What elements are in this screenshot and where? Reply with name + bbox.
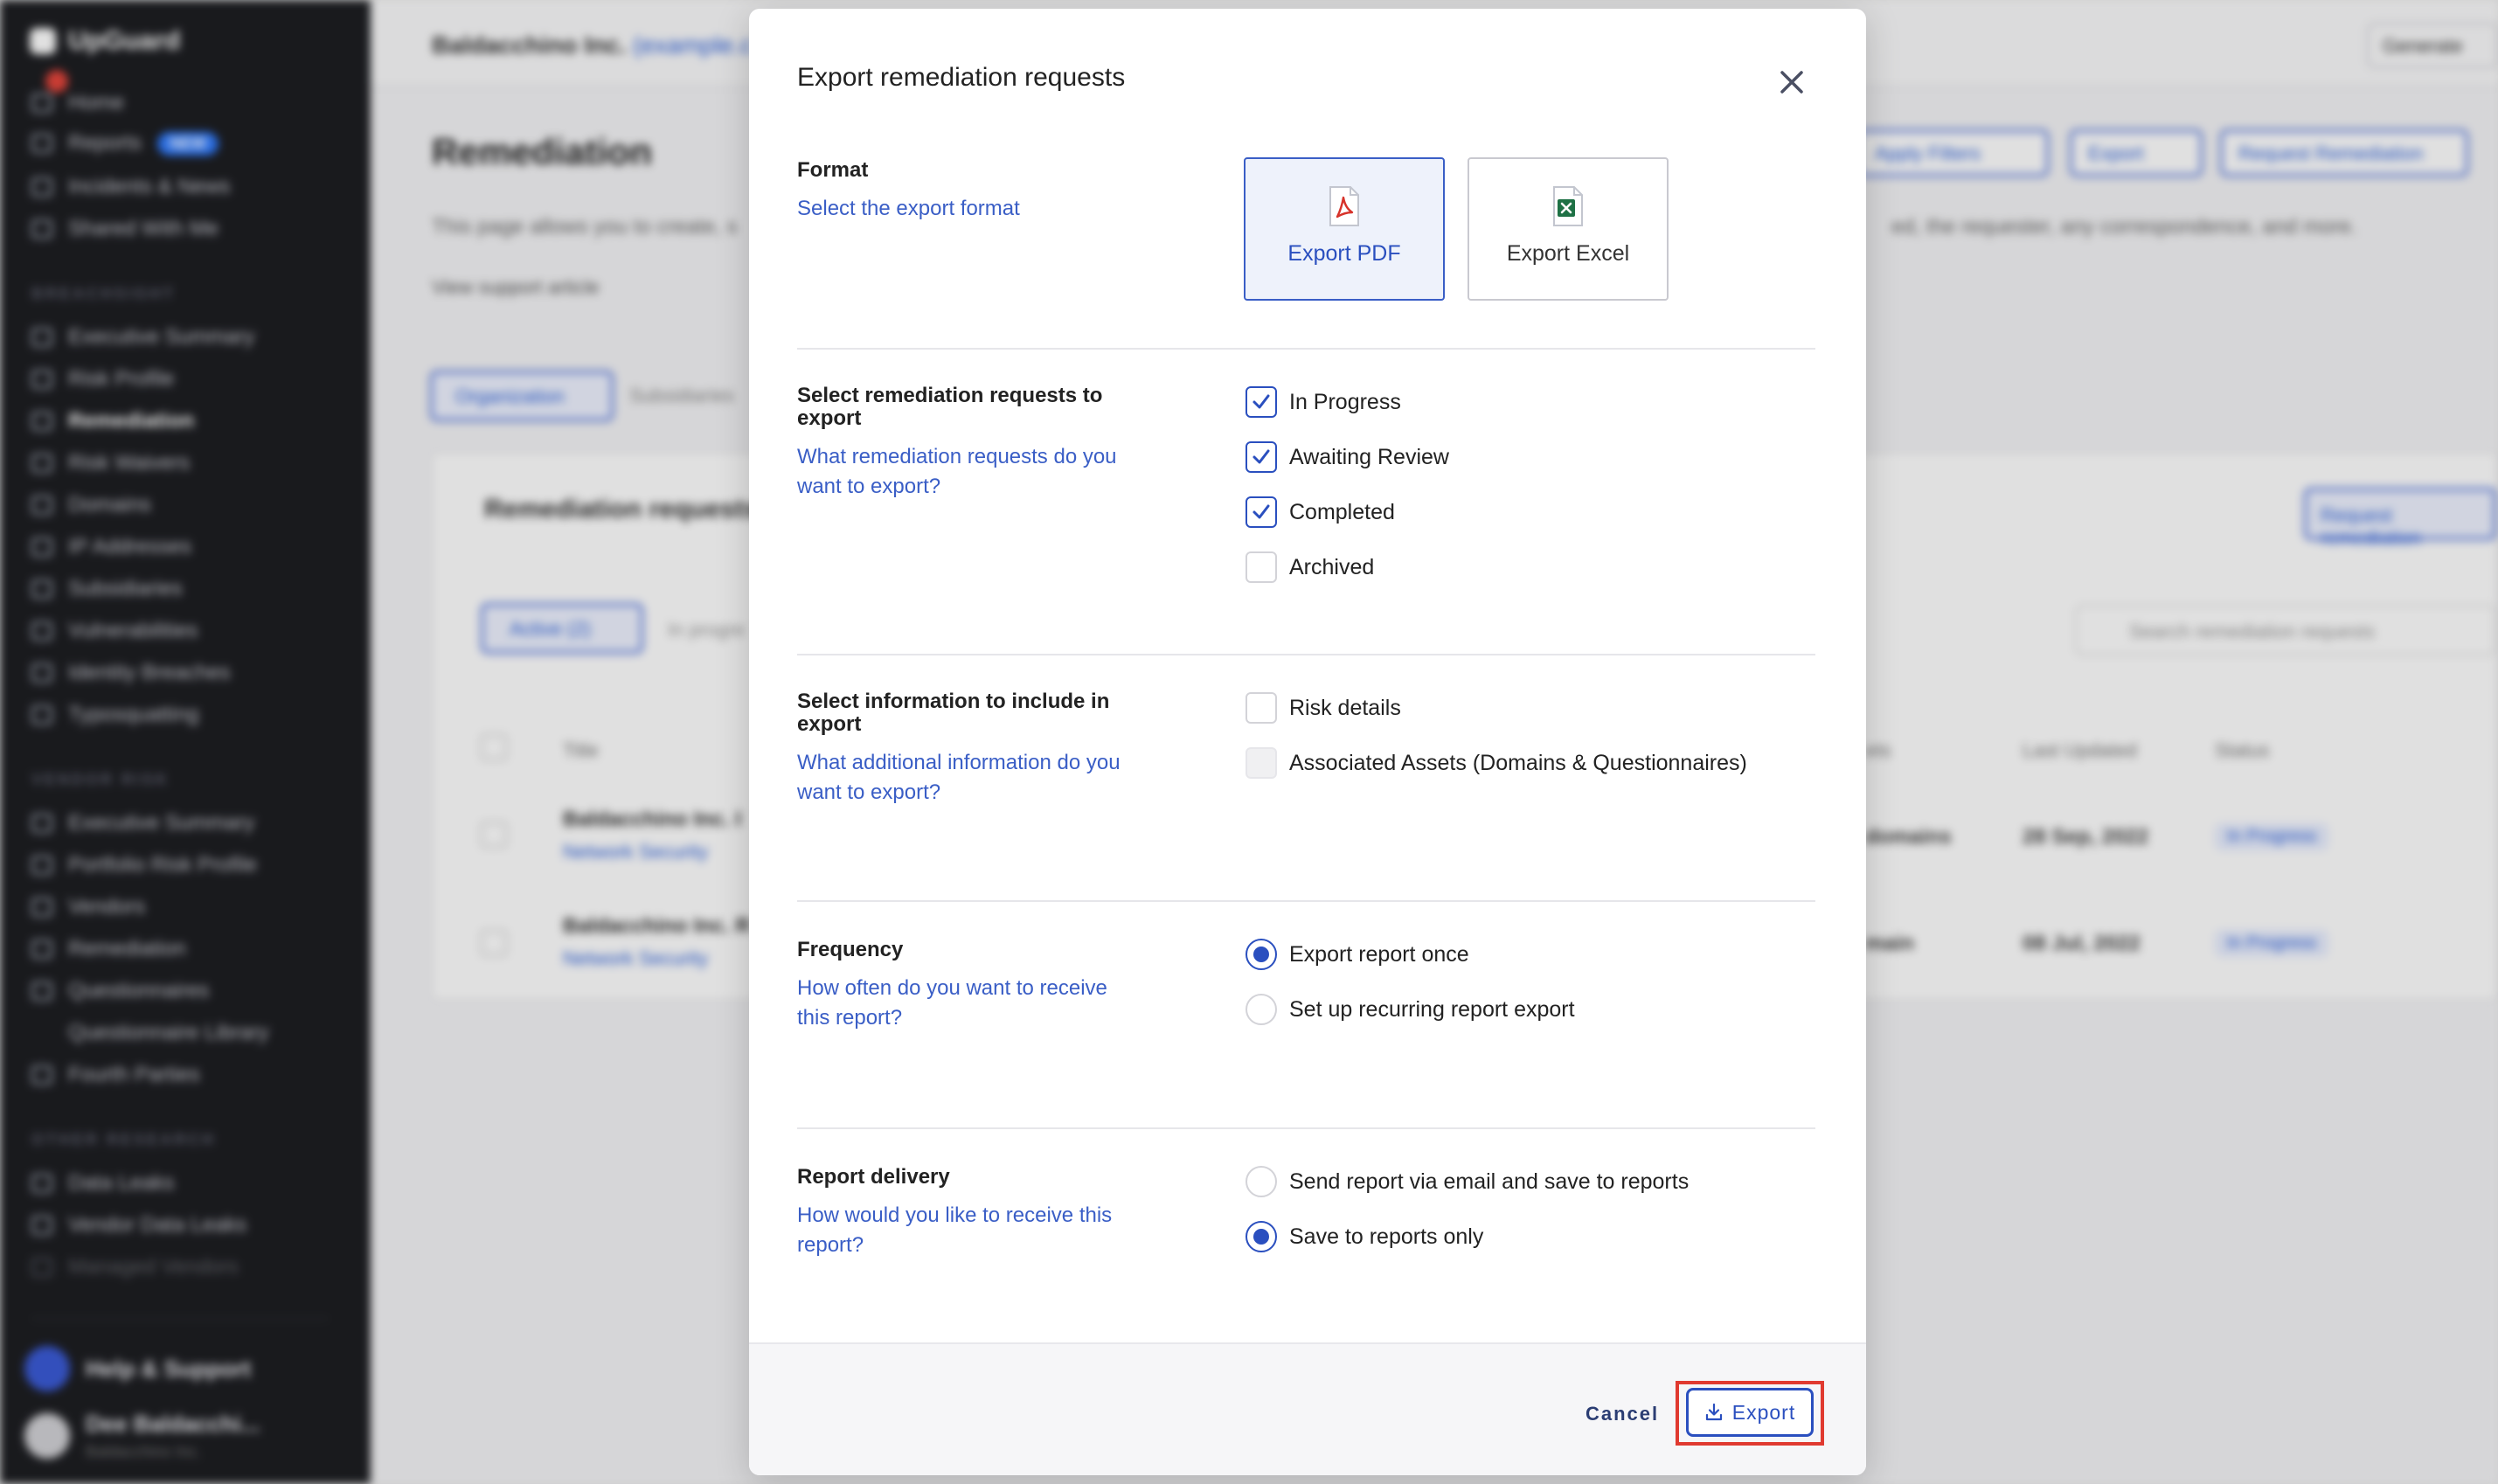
- close-icon: [1780, 71, 1803, 94]
- section-divider: [797, 654, 1815, 655]
- requests-label: Select remediation requests to export: [797, 384, 1103, 430]
- radio-button[interactable]: [1246, 994, 1277, 1025]
- checkbox-box[interactable]: [1246, 441, 1277, 473]
- pdf-file-icon: [1329, 186, 1359, 226]
- checkbox-box[interactable]: [1246, 551, 1277, 583]
- radio-button[interactable]: [1246, 1221, 1277, 1252]
- checkbox-label: In Progress: [1289, 389, 1401, 414]
- radio-button[interactable]: [1246, 939, 1277, 970]
- excel-file-icon: [1553, 186, 1583, 226]
- radio-email-and-save[interactable]: Send report via email and save to report…: [1246, 1166, 1689, 1197]
- checkbox-label: Completed: [1289, 499, 1395, 524]
- download-icon: [1705, 1403, 1722, 1421]
- checkmark-icon: [1252, 449, 1270, 464]
- section-divider: [797, 900, 1815, 902]
- radio-save-only[interactable]: Save to reports only: [1246, 1221, 1483, 1252]
- delivery-help: How would you like to receive this repor…: [797, 1203, 1113, 1257]
- checkbox-awaiting-review[interactable]: Awaiting Review: [1246, 441, 1449, 473]
- checkbox-label: Risk details: [1289, 695, 1401, 720]
- checkbox-completed[interactable]: Completed: [1246, 496, 1395, 528]
- delivery-label: Report delivery: [797, 1165, 950, 1189]
- checkbox-risk-details[interactable]: Risk details: [1246, 692, 1401, 724]
- radio-export-once[interactable]: Export report once: [1246, 939, 1469, 970]
- frequency-help: How often do you want to receive this re…: [797, 976, 1107, 1030]
- info-help: What additional information do you want …: [797, 751, 1121, 804]
- cancel-button[interactable]: Cancel: [1586, 1403, 1659, 1425]
- radio-button[interactable]: [1246, 1166, 1277, 1197]
- export-pdf-label: Export PDF: [1287, 241, 1401, 266]
- checkbox-box[interactable]: [1246, 386, 1277, 418]
- checkbox-in-progress[interactable]: In Progress: [1246, 386, 1401, 418]
- checkmark-icon: [1252, 394, 1270, 409]
- export-excel-label: Export Excel: [1506, 241, 1630, 266]
- format-label: Format: [797, 158, 869, 182]
- checkbox-box[interactable]: [1246, 496, 1277, 528]
- export-button[interactable]: Export: [1686, 1388, 1814, 1437]
- checkbox-box[interactable]: [1246, 747, 1277, 779]
- modal-footer: Cancel Export: [749, 1342, 1866, 1475]
- radio-recurring-export[interactable]: Set up recurring report export: [1246, 994, 1575, 1025]
- export-button-label: Export: [1731, 1400, 1796, 1424]
- radio-label: Send report via email and save to report…: [1289, 1168, 1690, 1194]
- radio-label: Export report once: [1289, 941, 1469, 967]
- radio-label: Save to reports only: [1289, 1224, 1484, 1249]
- section-divider: [797, 1127, 1815, 1129]
- close-button[interactable]: [1776, 66, 1808, 98]
- export-excel-option[interactable]: Export Excel: [1468, 157, 1669, 301]
- checkbox-label: Archived: [1289, 554, 1375, 579]
- radio-label: Set up recurring report export: [1289, 996, 1575, 1022]
- checkbox-label: Associated Assets (Domains & Questionnai…: [1289, 750, 1747, 775]
- info-label: Select information to include in export: [797, 690, 1110, 736]
- section-divider: [797, 348, 1815, 350]
- modal-title: Export remediation requests: [797, 63, 1126, 92]
- requests-help: What remediation requests do you want to…: [797, 445, 1117, 498]
- checkbox-archived[interactable]: Archived: [1246, 551, 1374, 583]
- checkbox-box[interactable]: [1246, 692, 1277, 724]
- checkmark-icon: [1252, 504, 1270, 519]
- export-modal: Export remediation requests Format Selec…: [749, 9, 1866, 1475]
- export-pdf-option[interactable]: Export PDF: [1244, 157, 1445, 301]
- checkbox-associated-assets[interactable]: Associated Assets (Domains & Questionnai…: [1246, 747, 1747, 779]
- frequency-label: Frequency: [797, 938, 904, 961]
- checkbox-label: Awaiting Review: [1289, 444, 1449, 469]
- format-help: Select the export format: [797, 197, 1020, 220]
